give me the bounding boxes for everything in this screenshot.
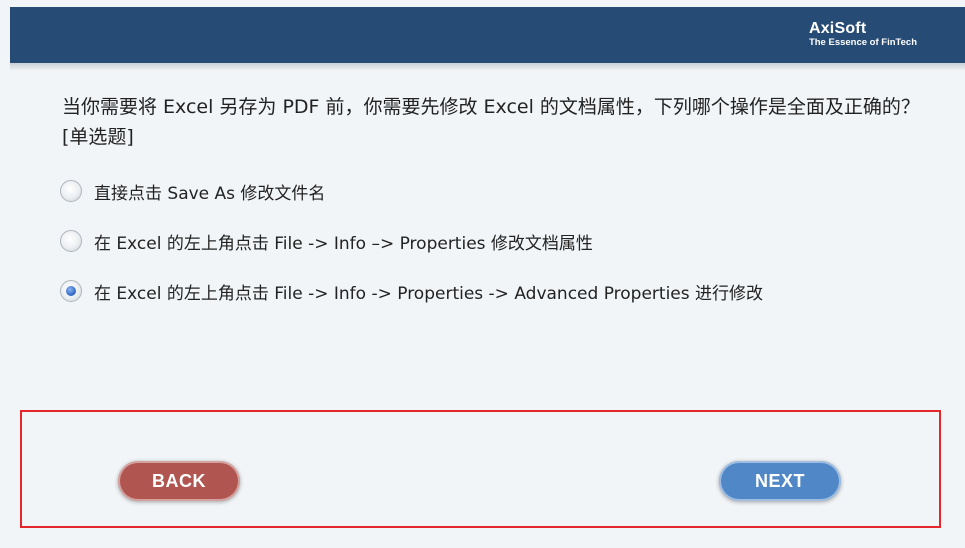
- header-bar: AxiSoft The Essence of FinTech: [10, 7, 965, 63]
- brand-tagline: The Essence of FinTech: [808, 37, 917, 48]
- radio-button-3[interactable]: [60, 280, 82, 302]
- radio-button-1[interactable]: [60, 180, 82, 202]
- option-3-label: 在 Excel 的左上角点击 File -> Info -> Propertie…: [94, 283, 764, 304]
- brand-logo: AxiSoft The Essence of FinTech: [809, 20, 917, 49]
- back-button[interactable]: BACK: [118, 461, 240, 501]
- option-1-label: 直接点击 Save As 修改文件名: [94, 183, 326, 204]
- option-3[interactable]: 在 Excel 的左上角点击 File -> Info -> Propertie…: [60, 276, 763, 306]
- quiz-window: AxiSoft The Essence of FinTech 当你需要将 Exc…: [0, 0, 965, 548]
- option-2-label: 在 Excel 的左上角点击 File -> Info –> Propertie…: [94, 233, 593, 254]
- question-text: 当你需要将 Excel 另存为 PDF 前，你需要先修改 Excel 的文档属性…: [62, 96, 920, 148]
- next-button[interactable]: NEXT: [719, 461, 841, 501]
- header-shadow: [10, 63, 965, 71]
- brand-name: AxiSoft: [808, 20, 867, 37]
- option-2[interactable]: 在 Excel 的左上角点击 File -> Info –> Propertie…: [60, 226, 593, 256]
- radio-button-2[interactable]: [60, 230, 82, 252]
- option-1[interactable]: 直接点击 Save As 修改文件名: [60, 176, 325, 206]
